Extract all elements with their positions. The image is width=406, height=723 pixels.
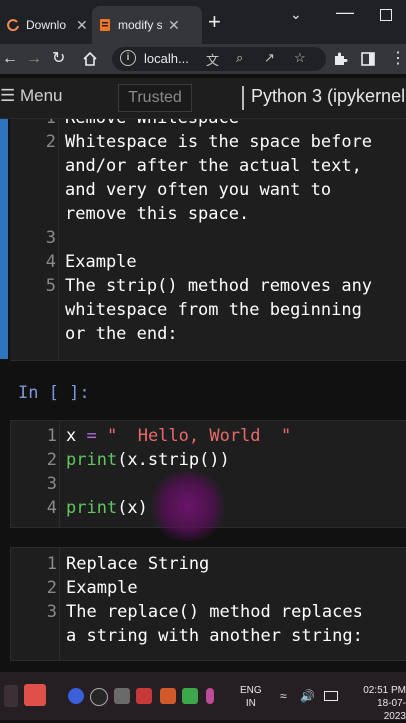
markdown-text-line[interactable]: The replace() method replaces: [66, 602, 363, 622]
region-code: IN: [245, 698, 256, 709]
code-keyword: print: [66, 498, 118, 518]
url-text: localh...: [144, 51, 189, 66]
clock[interactable]: 02:51 PM 18-07-2023: [356, 684, 406, 723]
markdown-text-line[interactable]: Example: [65, 252, 137, 272]
markdown-text-line[interactable]: remove this space.: [65, 204, 249, 224]
clock-time: 02:51 PM: [363, 685, 406, 696]
code-text: (x): [117, 498, 148, 518]
code-keyword: print: [66, 450, 118, 470]
line-number: 1: [46, 554, 57, 574]
code-text: (x.strip()): [117, 450, 230, 470]
code-string: " Hello, World ": [107, 426, 292, 446]
line-number: 2: [46, 578, 57, 598]
tab-label: Downlo: [26, 18, 67, 32]
share-icon[interactable]: ↗: [264, 50, 275, 66]
home-icon[interactable]: [82, 51, 98, 67]
taskbar-window-icon[interactable]: [114, 688, 130, 704]
browser-tab-bar: Downlo ✕ modify s ✕ + ⌄ —: [0, 0, 406, 44]
microphone-icon[interactable]: [206, 688, 214, 704]
markdown-text-line[interactable]: Replace String: [66, 554, 209, 574]
address-bar[interactable]: i localh... 文 ⌕ ↗ ☆: [112, 47, 326, 71]
markdown-text-line[interactable]: Example: [66, 578, 138, 598]
tab-modify-strings[interactable]: modify s ✕: [92, 6, 202, 44]
selected-cell-indicator: [0, 119, 8, 359]
jupyter-menubar: ☰ Menu Trusted Python 3 (ipykernel: [0, 78, 406, 119]
code-line[interactable]: print(x): [66, 498, 148, 518]
clock-date: 18-07-2023: [377, 698, 406, 722]
wifi-icon[interactable]: ≈: [280, 689, 287, 703]
jupyter-icon: [100, 19, 110, 31]
markdown-text-line[interactable]: Whitespace is the space before: [65, 132, 372, 152]
lang-code: ENG: [240, 685, 262, 696]
line-number: 5: [45, 276, 56, 296]
zoom-icon[interactable]: ⌕: [236, 50, 243, 66]
forward-arrow-icon[interactable]: →: [26, 49, 42, 69]
markdown-text-line[interactable]: whitespace from the beginning: [65, 300, 362, 320]
mouse-cursor-highlight: [148, 471, 228, 541]
minimize-icon[interactable]: —: [336, 2, 354, 23]
markdown-cell[interactable]: 1 Replace String 2 Example 3 The replace() me…: [10, 547, 406, 661]
close-tab-icon[interactable]: ✕: [168, 17, 180, 34]
translate-icon[interactable]: 文: [206, 50, 219, 69]
site-info-icon[interactable]: i: [120, 50, 136, 66]
markdown-text-line[interactable]: or the end:: [65, 324, 178, 344]
line-number: 3: [46, 602, 57, 622]
line-number: 1: [10, 119, 56, 128]
browser-menu-icon[interactable]: ⋮: [390, 49, 406, 69]
code-variable: x: [66, 426, 77, 446]
line-number: 1: [46, 426, 57, 446]
tab-downloads[interactable]: Downlo ✕: [0, 6, 88, 44]
trusted-indicator[interactable]: Trusted: [118, 84, 192, 112]
kernel-separator: [242, 86, 244, 110]
taskbar-obs-icon[interactable]: [90, 688, 108, 706]
code-operator: =: [86, 426, 97, 446]
line-number: 2: [46, 450, 57, 470]
language-indicator[interactable]: ENG IN: [240, 684, 262, 710]
input-prompt: In [ ]:: [18, 383, 90, 403]
chrome-refresh-icon: [7, 19, 19, 32]
code-line[interactable]: x = " Hello, World ": [66, 426, 291, 446]
taskbar-edge-icon[interactable]: [4, 685, 18, 707]
taskbar-recorder-icon[interactable]: [136, 688, 152, 704]
battery-icon[interactable]: [324, 691, 338, 701]
code-line[interactable]: print(x.strip()): [66, 450, 230, 470]
bookmark-star-icon[interactable]: ☆: [294, 50, 306, 66]
maximize-icon[interactable]: [380, 9, 392, 21]
kernel-name[interactable]: Python 3 (ipykernel: [251, 86, 405, 107]
line-number: 4: [45, 252, 56, 272]
markdown-cell[interactable]: 1 Remove Whitespace 2 Whitespace is the spa…: [10, 119, 406, 361]
markdown-text-line[interactable]: The strip() method removes any: [65, 276, 372, 296]
tab-label: modify s: [118, 18, 162, 32]
notebook-area: 1 Remove Whitespace 2 Whitespace is the spa…: [0, 119, 406, 672]
reload-icon[interactable]: ↻: [52, 49, 65, 69]
volume-icon[interactable]: 🔊: [300, 689, 315, 703]
markdown-text-line[interactable]: Remove Whitespace: [65, 119, 239, 128]
menu-button[interactable]: ☰ Menu: [0, 86, 63, 106]
taskbar-cursor-app-icon[interactable]: [68, 688, 84, 704]
line-number: 2: [45, 132, 56, 152]
line-number: 3: [46, 474, 57, 494]
taskbar-app-icon[interactable]: [24, 684, 46, 706]
line-number: 3: [45, 228, 56, 248]
extensions-puzzle-icon[interactable]: [332, 51, 348, 67]
close-tab-icon[interactable]: ✕: [76, 17, 88, 34]
taskbar-ppt-icon[interactable]: [160, 688, 176, 704]
browser-toolbar: ← → ↻ i localh... 文 ⌕ ↗ ☆ ⋮: [0, 44, 406, 74]
back-arrow-icon[interactable]: ←: [2, 49, 18, 69]
new-tab-button[interactable]: +: [208, 10, 221, 34]
markdown-text-line[interactable]: and/or after the actual text,: [65, 156, 362, 176]
markdown-text-line[interactable]: and very often you want to: [65, 180, 331, 200]
line-number: 4: [46, 498, 57, 518]
taskbar-shield-icon[interactable]: [182, 688, 198, 704]
side-panel-icon[interactable]: [360, 51, 376, 67]
windows-taskbar: ENG IN ≈ 🔊 02:51 PM 18-07-2023: [0, 672, 406, 723]
markdown-text-line[interactable]: a string with another string:: [66, 626, 363, 646]
tab-search-chevron-icon[interactable]: ⌄: [290, 6, 302, 23]
